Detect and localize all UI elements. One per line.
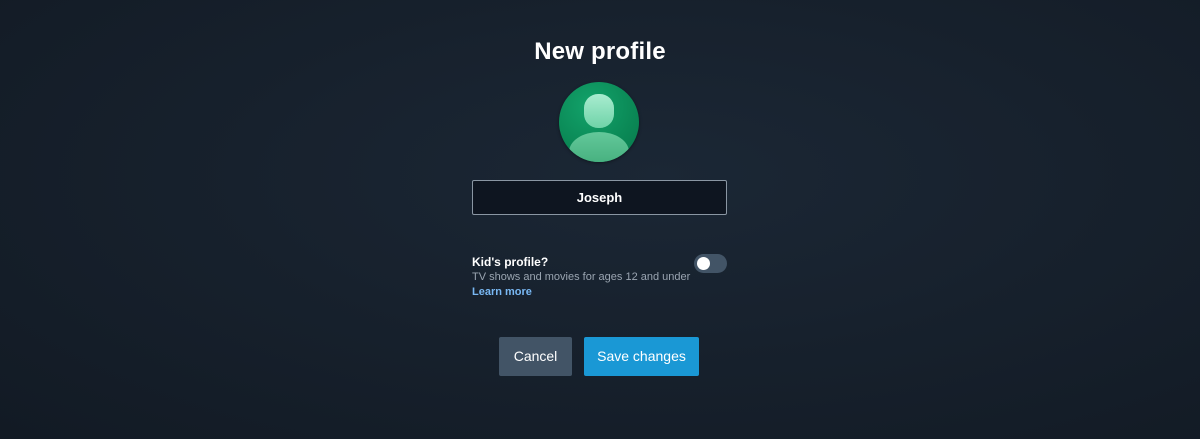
kids-profile-description: TV shows and movies for ages 12 and unde… xyxy=(472,271,691,283)
profile-name-input[interactable] xyxy=(472,180,727,215)
profile-avatar[interactable] xyxy=(559,82,639,162)
new-profile-page: New profile Kid's profile? TV shows and … xyxy=(0,0,1200,439)
kids-profile-setting: Kid's profile? TV shows and movies for a… xyxy=(472,254,728,302)
page-title: New profile xyxy=(534,38,666,65)
save-changes-button[interactable]: Save changes xyxy=(584,337,699,376)
toggle-knob xyxy=(697,257,710,270)
kids-profile-toggle[interactable] xyxy=(694,254,727,273)
user-silhouette-icon xyxy=(569,94,629,162)
kids-profile-label: Kid's profile? xyxy=(472,255,549,269)
cancel-button[interactable]: Cancel xyxy=(499,337,572,376)
learn-more-link[interactable]: Learn more xyxy=(472,286,532,298)
